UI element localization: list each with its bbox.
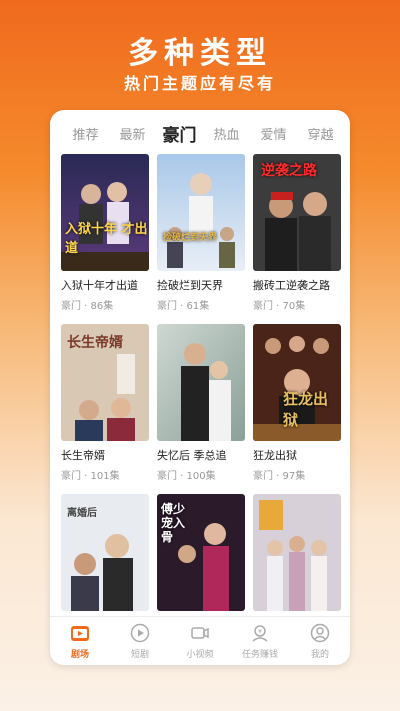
nav-label: 我的 xyxy=(310,650,329,660)
drama-card[interactable]: 入狱十年 才出道 入狱十年才出道 豪门 · 86集 xyxy=(61,154,149,312)
drama-title: 狂龙出狱 xyxy=(253,449,297,462)
drama-poster[interactable]: 入狱十年 才出道 xyxy=(61,154,149,271)
drama-meta: 豪门 · 61集 xyxy=(157,301,210,312)
drama-poster[interactable]: 傅少宠入骨 xyxy=(157,494,245,611)
tab-time-travel[interactable]: 穿越 xyxy=(297,126,344,146)
category-tabs: 推荐 最新 豪门 热血 爱情 穿越 xyxy=(50,120,350,146)
svg-text:¥: ¥ xyxy=(258,629,262,636)
nav-short-video[interactable]: 小视频 xyxy=(170,617,230,665)
drama-title: 搬砖工逆袭之路 xyxy=(253,279,330,292)
nav-label: 剧场 xyxy=(70,650,89,660)
tab-latest[interactable]: 最新 xyxy=(109,126,156,146)
play-icon xyxy=(130,623,150,643)
drama-poster[interactable]: 逆袭之路 xyxy=(253,154,341,271)
drama-card[interactable]: 逆袭之路 搬砖工逆袭之路 豪门 · 70集 xyxy=(253,154,341,312)
poster-title-text: 离婚后 xyxy=(67,508,97,519)
drama-meta: 豪门 · 101集 xyxy=(61,471,120,482)
nav-profile[interactable]: 我的 xyxy=(290,617,350,665)
drama-card[interactable]: 狂龙出狱 狂龙出狱 豪门 · 97集 xyxy=(253,324,341,482)
hero-title: 多种类型 xyxy=(128,36,272,71)
hero-subtitle: 热门主题应有尽有 xyxy=(123,74,276,93)
poster-title-text: 逆袭之路 xyxy=(261,163,317,179)
drama-meta: 豪门 · 70集 xyxy=(253,301,306,312)
tab-action[interactable]: 热血 xyxy=(203,126,250,146)
drama-poster[interactable] xyxy=(157,324,245,441)
drama-meta: 豪门 · 100集 xyxy=(157,471,216,482)
poster-title-text: 傅少宠入骨 xyxy=(161,502,186,544)
poster-title-text: 狂龙出狱 xyxy=(283,390,329,429)
drama-title: 捡破烂到天界 xyxy=(157,279,223,292)
video-icon xyxy=(191,627,209,639)
task-icon: ¥ xyxy=(252,625,268,642)
theater-icon xyxy=(71,626,89,641)
poster-title-text: 捡破烂到天界 xyxy=(163,233,218,243)
tab-romance[interactable]: 爱情 xyxy=(250,126,297,146)
drama-title: 长生帝婿 xyxy=(61,449,105,462)
drama-card[interactable]: 傅少宠入骨 xyxy=(157,494,245,611)
app-screen: 推荐 最新 豪门 热血 爱情 穿越 入狱十年 才出道 入狱十年才出道 豪门 · … xyxy=(50,110,350,665)
poster-title-text: 入狱十年 才出道 xyxy=(65,222,148,256)
poster-title-text: 长生帝婿 xyxy=(67,335,123,351)
nav-label: 短剧 xyxy=(130,650,149,660)
drama-meta: 豪门 · 97集 xyxy=(253,471,306,482)
drama-poster[interactable] xyxy=(253,494,341,611)
drama-card[interactable]: 长生帝婿 长生帝婿 豪门 · 101集 xyxy=(61,324,149,482)
tab-recommend[interactable]: 推荐 xyxy=(62,126,109,146)
drama-poster[interactable]: 捡破烂到天界 xyxy=(157,154,245,271)
nav-theater[interactable]: 剧场 xyxy=(50,617,110,665)
nav-label: 小视频 xyxy=(186,650,214,660)
drama-poster[interactable]: 长生帝婿 xyxy=(61,324,149,441)
drama-card[interactable]: 捡破烂到天界 捡破烂到天界 豪门 · 61集 xyxy=(157,154,245,312)
nav-tasks[interactable]: ¥ 任务赚钱 xyxy=(230,617,290,665)
profile-icon xyxy=(310,623,330,643)
drama-card[interactable]: 离婚后 xyxy=(61,494,149,611)
drama-poster[interactable]: 离婚后 xyxy=(61,494,149,611)
drama-card[interactable]: 失忆后 季总追 豪门 · 100集 xyxy=(157,324,245,482)
drama-title: 失忆后 季总追 xyxy=(157,449,227,462)
bottom-nav: 剧场 短剧 小视频 ¥ 任务赚钱 我的 xyxy=(50,616,350,665)
drama-card[interactable] xyxy=(253,494,341,611)
tab-rich-family[interactable]: 豪门 xyxy=(156,126,203,146)
drama-title: 入狱十年才出道 xyxy=(61,279,138,292)
drama-poster[interactable]: 狂龙出狱 xyxy=(253,324,341,441)
nav-short-drama[interactable]: 短剧 xyxy=(110,617,170,665)
drama-meta: 豪门 · 86集 xyxy=(61,301,114,312)
nav-label: 任务赚钱 xyxy=(241,650,278,660)
